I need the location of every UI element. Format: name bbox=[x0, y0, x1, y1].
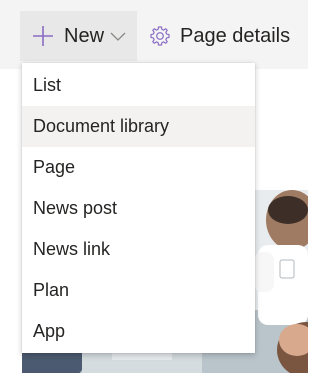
menu-item-app[interactable]: App bbox=[22, 311, 255, 352]
gear-icon bbox=[150, 26, 170, 46]
menu-item-plan[interactable]: Plan bbox=[22, 270, 255, 311]
page: New Page details List Document library P… bbox=[0, 0, 308, 373]
new-dropdown-menu: List Document library Page News post New… bbox=[22, 63, 255, 353]
new-button[interactable]: New bbox=[20, 11, 137, 61]
command-bar: New Page details bbox=[0, 0, 308, 69]
plus-icon bbox=[33, 26, 53, 46]
page-details-label: Page details bbox=[180, 25, 291, 47]
menu-item-news-post[interactable]: News post bbox=[22, 188, 255, 229]
chevron-down-icon bbox=[110, 32, 126, 41]
menu-item-page[interactable]: Page bbox=[22, 147, 255, 188]
menu-item-document-library[interactable]: Document library bbox=[22, 106, 255, 147]
menu-item-news-link[interactable]: News link bbox=[22, 229, 255, 270]
page-details-button[interactable]: Page details bbox=[145, 11, 295, 61]
new-button-label: New bbox=[64, 25, 105, 47]
menu-item-list[interactable]: List bbox=[22, 65, 255, 106]
